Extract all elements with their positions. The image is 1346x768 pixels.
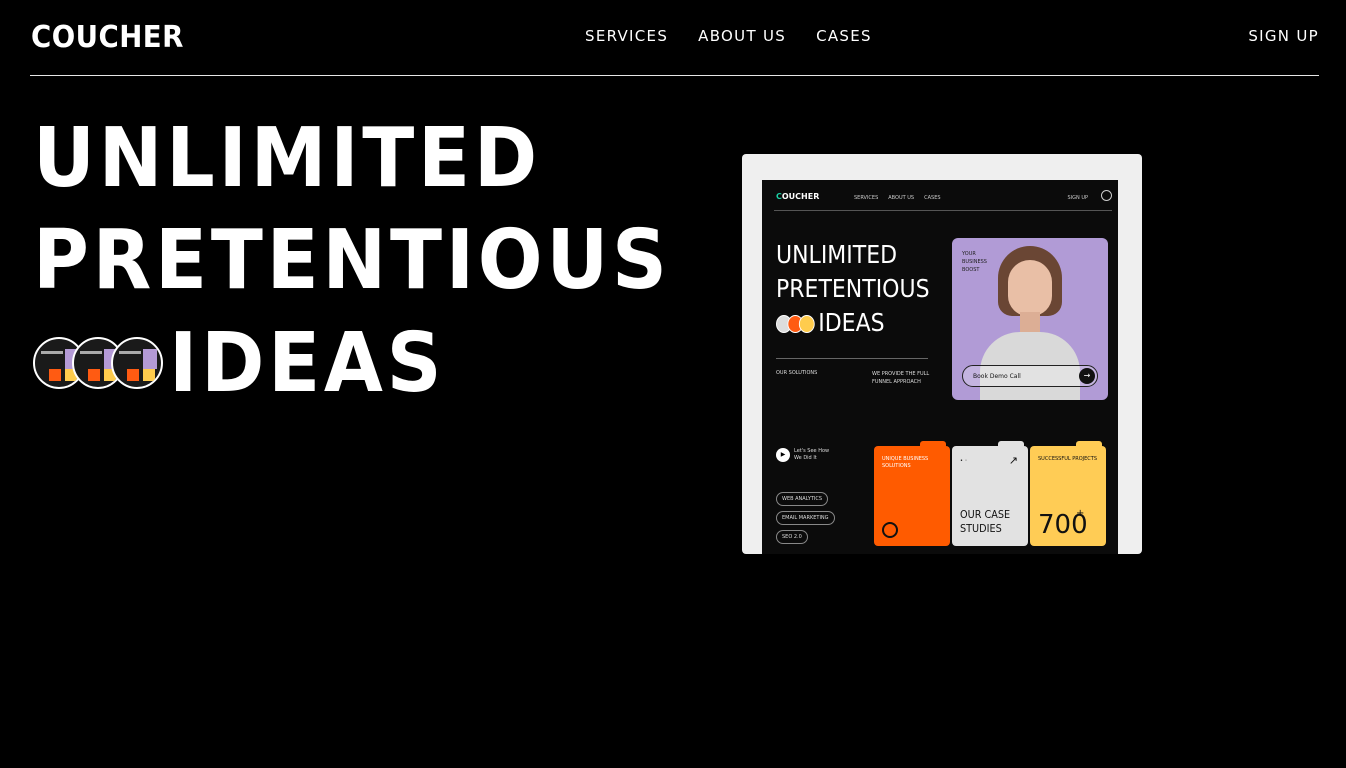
preview-tag: SEO 2.0 [776, 530, 808, 544]
nav-about-us-link[interactable]: ABOUT US [698, 27, 786, 45]
hero-line-2: PRETENTIOUS [33, 213, 671, 308]
knot-icon [882, 522, 898, 538]
preview-portrait-card: YOUR BUSINESS BOOST Book Demo Call → [952, 238, 1108, 400]
preview-avatar-group [776, 315, 815, 333]
brand-logo[interactable]: COUCHER [31, 20, 184, 55]
hero-heading: UNLIMITED PRETENTIOUS IDEAS [33, 108, 719, 414]
hero-line-3: IDEAS [33, 312, 719, 414]
arrow-up-right-icon: ↗ [1008, 454, 1018, 467]
preview-logo: COUCHER [776, 192, 820, 201]
hero-line-3-text: IDEAS [169, 315, 446, 411]
play-icon: ▶ [776, 448, 790, 462]
preview-card-case-studies: • ◦ ↗ OUR CASE STUDIES [952, 441, 1028, 546]
preview-card-projects: SUCCESSFUL PROJECTS 700 + [1030, 441, 1106, 546]
preview-menu-item: SERVICES [854, 195, 879, 201]
preview-menu-item: ABOUT US [888, 195, 915, 201]
preview-our-solutions: OUR SOLUTIONS [776, 370, 818, 376]
website-preview-image: COUCHER SERVICES ABOUT US CASES SIGN UP … [742, 154, 1142, 554]
preview-screen: COUCHER SERVICES ABOUT US CASES SIGN UP … [762, 180, 1118, 554]
preview-book-demo-button: Book Demo Call → [962, 365, 1098, 387]
preview-signup: SIGN UP [1067, 195, 1088, 201]
preview-heading: UNLIMITED PRETENTIOUS IDEAS [776, 240, 930, 337]
hero-line-1: UNLIMITED [33, 111, 541, 206]
sign-up-link[interactable]: SIGN UP [1248, 27, 1319, 45]
nav-services-link[interactable]: SERVICES [585, 27, 668, 45]
dots-icon: • ◦ [960, 458, 968, 464]
preview-tag: WEB ANALYTICS [776, 492, 829, 506]
preview-login-icon [1101, 190, 1112, 201]
preview-tag: EMAIL MARKETING [776, 511, 835, 525]
top-nav: COUCHER SERVICES ABOUT US CASES SIGN UP [30, 0, 1319, 76]
hero-thumbnail-group [33, 337, 163, 389]
preview-menu: SERVICES ABOUT US CASES [854, 195, 941, 201]
preview-card-solutions: UNIQUE BUSINESS SOLUTIONS [874, 441, 950, 546]
preview-divider [774, 210, 1112, 211]
preview-menu-item: CASES [924, 195, 941, 201]
preview-funnel-text: WE PROVIDE THE FULL FUNNEL APPROACH [872, 371, 930, 385]
preview-divider [776, 358, 928, 359]
nav-cases-link[interactable]: CASES [816, 27, 872, 45]
preview-lets-see-text: Let's See How We Did It [794, 448, 830, 461]
main-menu: SERVICES ABOUT US CASES [585, 27, 872, 45]
hero-thumbnail [111, 337, 163, 389]
arrow-right-icon: → [1079, 368, 1095, 384]
